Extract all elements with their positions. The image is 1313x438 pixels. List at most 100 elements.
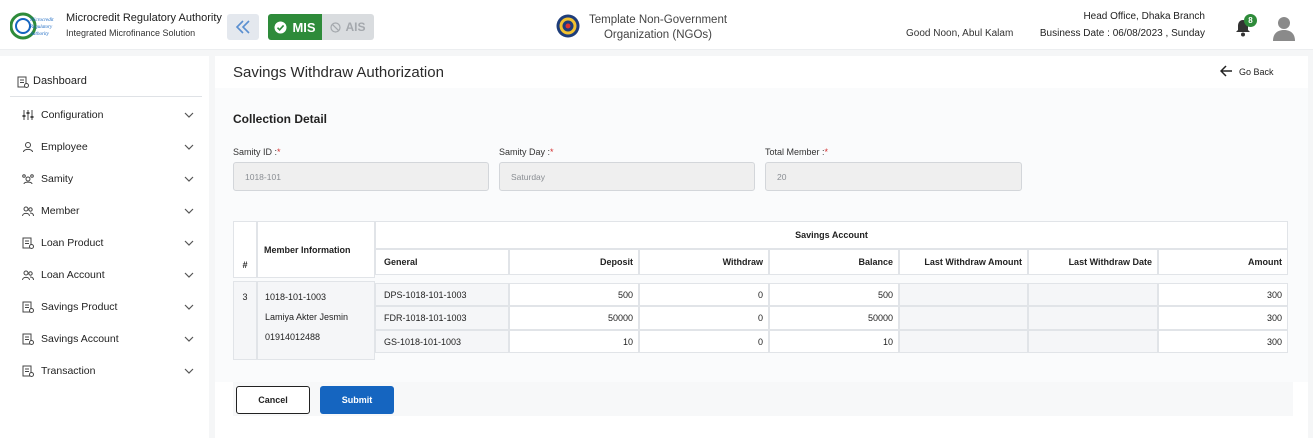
logo-text-2: Regulatory	[29, 25, 53, 30]
ais-toggle-button[interactable]: AIS	[322, 14, 374, 40]
page-title: Savings Withdraw Authorization	[233, 64, 444, 81]
samity-id-label-text: Samity ID :	[233, 147, 278, 157]
table-header-hash: #	[233, 221, 257, 278]
ngo-name-line-2: Organization (NGOs)	[603, 29, 712, 41]
notification-badge: 8	[1244, 14, 1257, 27]
sidebar-item-member[interactable]: Member	[0, 198, 209, 224]
chevron-down-icon	[184, 304, 194, 310]
table-cell-general: GS-1018-101-1003	[375, 330, 509, 353]
samity-id-field[interactable]	[233, 162, 489, 191]
sidebar-item-employee[interactable]: Employee	[0, 134, 209, 160]
ngo-name-line-1: Template Non-Government	[588, 14, 728, 26]
sidebar-item-label: Configuration	[41, 109, 104, 121]
table-header-balance: Balance	[769, 249, 899, 275]
samity-id-label: Samity ID :*	[233, 147, 281, 157]
double-chevron-left-icon	[235, 20, 250, 34]
sidebar-item-label: Savings Product	[41, 301, 118, 313]
sidebar-item-transaction[interactable]: Transaction	[0, 358, 209, 384]
mis-toggle-button[interactable]: MIS	[268, 14, 322, 40]
sliders-icon	[22, 110, 34, 120]
sidebar-item-label: Member	[41, 205, 80, 217]
go-back-link[interactable]: Go Back	[1220, 64, 1274, 77]
table-header-deposit: Deposit	[509, 249, 639, 275]
sidebar-item-loan-product[interactable]: Loan Product	[0, 230, 209, 256]
table-cell-amount: 300	[1158, 330, 1288, 353]
disabled-icon	[330, 21, 342, 33]
samity-day-field[interactable]	[499, 162, 755, 191]
chevron-down-icon	[184, 144, 194, 150]
member-code: 1018-101-1003	[265, 292, 327, 302]
table-cell-amount: 300	[1158, 306, 1288, 330]
section-title: Collection Detail	[233, 112, 328, 126]
sidebar-item-label: Transaction	[41, 365, 96, 377]
required-marker: *	[550, 147, 554, 157]
submit-button[interactable]: Submit	[320, 386, 394, 414]
logo-text-1: Microcredit	[29, 18, 54, 23]
go-back-label: Go Back	[1239, 67, 1274, 77]
members-icon	[22, 206, 34, 217]
group-icon	[22, 174, 34, 185]
document-icon	[22, 237, 34, 249]
table-cell-general: FDR-1018-101-1003	[375, 306, 509, 330]
collapse-sidebar-button[interactable]	[227, 14, 259, 40]
org-name: Microcredit Regulatory Authority	[66, 12, 222, 24]
table-cell-general: DPS-1018-101-1003	[375, 283, 509, 306]
sidebar-item-configuration[interactable]: Configuration	[0, 102, 209, 128]
mis-label: MIS	[292, 19, 316, 35]
table-cell-balance: 10	[769, 330, 899, 353]
sidebar-item-loan-account[interactable]: Loan Account	[0, 262, 209, 288]
sidebar-item-label: Dashboard	[33, 75, 87, 87]
row-index: 3	[233, 281, 257, 360]
chevron-down-icon	[184, 272, 194, 278]
table-cell-balance: 50000	[769, 306, 899, 330]
chevron-down-icon	[184, 112, 194, 118]
member-name: Lamiya Akter Jesmin	[265, 312, 349, 322]
logo-text-3: Authority	[29, 32, 50, 37]
table-header-general: General	[375, 249, 509, 275]
savings-account-table: # Member Information Savings Account Gen…	[233, 221, 1288, 361]
branch-name: Head Office, Dhaka Branch	[1083, 11, 1205, 22]
sidebar-item-samity[interactable]: Samity	[0, 166, 209, 192]
cancel-button[interactable]: Cancel	[236, 386, 310, 414]
table-group-header: Savings Account	[375, 221, 1288, 249]
table-cell-withdraw: 0	[639, 283, 769, 306]
table-cell-deposit: 10	[509, 330, 639, 353]
table-cell-last-withdraw-amount	[899, 283, 1028, 306]
member-info-cell: 1018-101-1003 Lamiya Akter Jesmin 019140…	[257, 281, 375, 360]
total-member-label: Total Member :*	[765, 147, 828, 157]
user-avatar-icon[interactable]	[1272, 15, 1296, 41]
mra-logo: Microcredit Regulatory Authority	[10, 12, 54, 40]
table-cell-withdraw: 0	[639, 306, 769, 330]
table-header-last-withdraw-date: Last Withdraw Date	[1028, 249, 1158, 275]
sidebar-item-savings-account[interactable]: Savings Account	[0, 326, 209, 352]
total-member-field[interactable]	[765, 162, 1022, 191]
document-icon	[22, 301, 34, 313]
document-icon	[22, 333, 34, 345]
required-marker: *	[277, 147, 281, 157]
ais-label: AIS	[345, 20, 366, 34]
sidebar-item-label: Samity	[41, 173, 74, 185]
government-seal-icon	[556, 14, 580, 38]
sidebar-divider	[10, 96, 202, 97]
samity-day-label-text: Samity Day :	[499, 147, 551, 157]
sidebar-item-savings-product[interactable]: Savings Product	[0, 294, 209, 320]
required-marker: *	[824, 147, 829, 157]
sidebar-item-label: Loan Account	[41, 269, 105, 281]
table-cell-amount: 300	[1158, 283, 1288, 306]
sidebar-item-dashboard[interactable]: Dashboard	[0, 68, 209, 94]
business-date: Business Date : 06/08/2023 , Sunday	[1039, 28, 1205, 39]
table-cell-last-withdraw-date	[1028, 306, 1158, 330]
chevron-down-icon	[184, 208, 194, 214]
sidebar-item-label: Loan Product	[41, 237, 104, 249]
chevron-down-icon	[184, 240, 194, 246]
ngo-name: Template Non-Government Organization (NG…	[588, 13, 728, 43]
table-cell-withdraw: 0	[639, 330, 769, 353]
table-header-member-info: Member Information	[257, 221, 375, 278]
chevron-down-icon	[184, 336, 194, 342]
dashboard-icon	[17, 76, 29, 88]
table-cell-last-withdraw-amount	[899, 330, 1028, 353]
table-cell-last-withdraw-date	[1028, 283, 1158, 306]
greeting-text: Good Noon, Abul Kalam	[906, 28, 1014, 39]
chevron-down-icon	[184, 176, 194, 182]
chevron-down-icon	[184, 368, 194, 374]
